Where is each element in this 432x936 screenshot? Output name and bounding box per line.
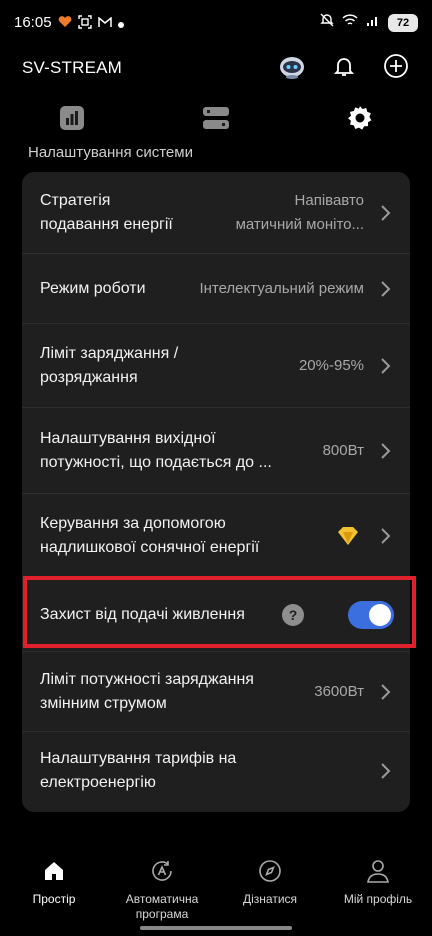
robot-assistant-button[interactable] [278,52,306,80]
chevron-right-icon [381,281,391,297]
setting-ac-charge-limit[interactable]: Ліміт потужності заряджання змінним стру… [22,652,410,732]
scan-notification-icon [78,15,92,32]
add-device-button[interactable] [382,52,410,80]
tab-statistics[interactable] [52,100,92,136]
auto-program-icon [149,858,175,884]
nav-label: Автоматична програма [125,892,199,921]
chevron-right-icon [381,358,391,374]
chevron-right-icon [381,443,391,459]
highlight-box [23,576,416,648]
setting-value: 20%-95% [298,357,364,374]
setting-value: 800Вт [322,442,364,459]
user-icon [365,858,391,884]
chevron-right-icon [381,763,391,779]
mute-icon [320,13,334,32]
nav-auto-program[interactable]: Автоматична програма [112,850,212,922]
setting-solar-surplus-control[interactable]: Керування за допомогою надлишкової соняч… [22,494,410,578]
nav-home[interactable]: Простір [4,850,104,907]
setting-label: Стратегія подавання енергії [40,192,173,233]
dot-notification-icon [118,17,124,31]
gmail-notification-icon [98,15,112,31]
status-bar: 16:05 72 [0,0,432,46]
setting-label: Налаштування тарифів на електроенергію [40,750,237,791]
home-indicator [140,926,292,930]
nav-label: Мій профіль [343,892,413,906]
signal-icon [366,14,380,32]
setting-value: Інтелектуальний режим [199,280,364,297]
status-time: 16:05 [14,14,52,31]
tab-devices[interactable] [196,100,236,136]
app-title: SV-STREAM [22,58,123,77]
nav-profile[interactable]: Мій профіль [328,850,428,907]
server-icon [203,107,229,129]
header-actions [278,52,410,80]
nav-label: Дізнатися [242,892,298,906]
top-tabs [0,100,432,136]
section-title: Налаштування системи [28,144,193,161]
gear-icon [348,106,372,130]
plus-circle-icon [384,54,408,78]
chevron-right-icon [381,205,391,221]
setting-label: Керування за допомогою надлишкової соняч… [40,515,260,556]
battery-indicator: 72 [388,13,418,32]
notifications-button[interactable] [330,52,358,80]
system-status-icons: 72 [320,13,418,32]
chevron-right-icon [381,528,391,544]
setting-label: Режим роботи [40,280,146,297]
heart-notification-icon [58,16,72,31]
robot-icon [280,57,304,79]
setting-label: Ліміт заряджання / розряджання [40,345,179,386]
compass-icon [257,858,283,884]
setting-energy-strategy[interactable]: Стратегія подавання енергії Напівавто ма… [22,172,410,254]
chevron-right-icon [381,684,391,700]
chart-icon [60,106,84,130]
setting-charge-limit[interactable]: Ліміт заряджання / розряджання 20%-95% [22,324,410,408]
tab-settings[interactable] [340,100,380,136]
notification-icons [58,15,124,32]
wifi-icon [342,13,358,32]
setting-value: Напівавто матичний моніто... [235,192,364,233]
setting-operation-mode[interactable]: Режим роботи Інтелектуальний режим [22,254,410,324]
setting-label: Налаштування вихідної потужності, що под… [40,430,272,471]
bell-icon [333,58,355,76]
bottom-navigation: Простір Автоматична програма Дізнатися М… [0,850,432,936]
setting-tariffs[interactable]: Налаштування тарифів на електроенергію [22,732,410,812]
nav-discover[interactable]: Дізнатися [220,850,320,907]
settings-card: Стратегія подавання енергії Напівавто ма… [22,172,410,812]
premium-diamond-icon [338,527,358,545]
setting-label: Ліміт потужності заряджання змінним стру… [40,671,254,712]
setting-output-power[interactable]: Налаштування вихідної потужності, що под… [22,408,410,494]
setting-value: 3600Вт [314,683,364,700]
home-icon [41,858,67,884]
nav-label: Простір [32,892,76,906]
